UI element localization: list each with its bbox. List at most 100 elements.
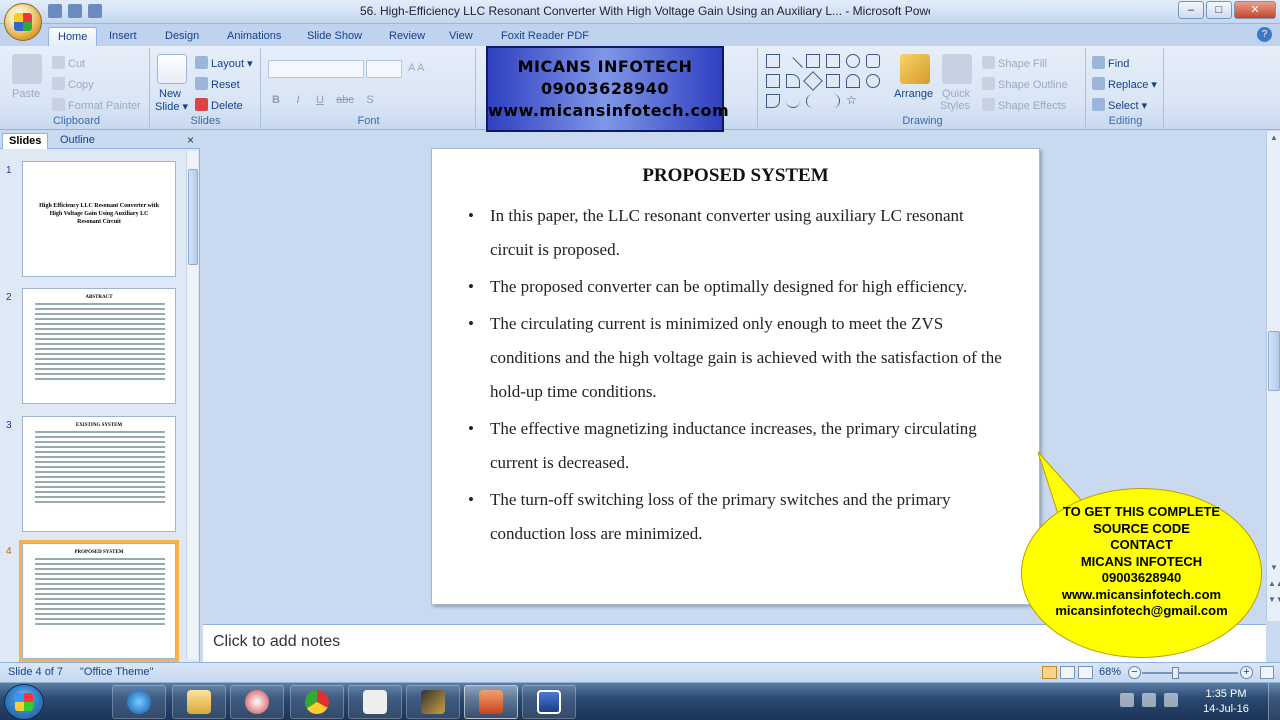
- tab-insert[interactable]: Insert: [100, 27, 146, 46]
- bold-button[interactable]: B: [268, 92, 284, 108]
- right-arrow-shape-icon[interactable]: [826, 74, 840, 88]
- shape-effects-button[interactable]: Shape Effects: [982, 98, 1066, 112]
- taskbar-paint[interactable]: [230, 685, 284, 719]
- taskbar-file-explorer[interactable]: [172, 685, 226, 719]
- zoom-level[interactable]: 68%: [1099, 666, 1121, 678]
- font-name-box[interactable]: [268, 60, 364, 78]
- zoom-slider-knob[interactable]: [1172, 667, 1179, 679]
- taskbar-internet-explorer[interactable]: [112, 685, 166, 719]
- tab-home[interactable]: Home: [48, 27, 98, 46]
- slide-thumbnail-3[interactable]: EXISTING SYSTEM: [22, 416, 176, 532]
- scrollbar-thumb[interactable]: [188, 169, 198, 265]
- taskbar-winrar[interactable]: [406, 685, 460, 719]
- arc-shape-icon[interactable]: [786, 94, 800, 108]
- tab-animations[interactable]: Animations: [218, 27, 290, 46]
- new-slide-dropdown[interactable]: Slide ▾: [155, 100, 188, 113]
- zoom-slider[interactable]: [1142, 672, 1238, 674]
- slide-show-view-icon[interactable]: [1078, 666, 1093, 679]
- taskbar-remote-desktop[interactable]: [522, 685, 576, 719]
- minimize-button[interactable]: –: [1178, 1, 1204, 19]
- fit-to-window-icon[interactable]: [1260, 666, 1274, 679]
- flag-icon[interactable]: [1120, 693, 1134, 707]
- tab-foxit-reader-pdf[interactable]: Foxit Reader PDF: [492, 27, 598, 46]
- select-button[interactable]: Select ▾: [1092, 98, 1147, 112]
- theme-name[interactable]: "Office Theme": [80, 666, 153, 678]
- grow-font-icon[interactable]: A A: [408, 62, 425, 74]
- shape-fill-button[interactable]: Shape Fill: [982, 56, 1047, 70]
- tab-outline[interactable]: Outline: [54, 133, 101, 149]
- editor-scrollbar[interactable]: ▲ ▼ ▲▲ ▼▼: [1266, 131, 1280, 621]
- copy-button[interactable]: Copy: [52, 77, 94, 91]
- circle-shape-icon[interactable]: [866, 74, 880, 88]
- strikethrough-button[interactable]: abc: [334, 92, 356, 108]
- close-button[interactable]: ✕: [1234, 1, 1276, 19]
- zoom-in-icon[interactable]: +: [1240, 666, 1253, 679]
- volume-icon[interactable]: [1164, 693, 1178, 707]
- triangle-shape-icon[interactable]: [766, 94, 780, 108]
- italic-button[interactable]: I: [290, 92, 306, 108]
- scrollbar-thumb[interactable]: [1268, 331, 1280, 391]
- help-icon[interactable]: ?: [1257, 27, 1272, 42]
- slides-pane-scrollbar[interactable]: [186, 151, 198, 659]
- brace-shape-icon[interactable]: [826, 94, 840, 108]
- maximize-button[interactable]: □: [1206, 1, 1232, 19]
- tab-view[interactable]: View: [440, 27, 482, 46]
- current-slide[interactable]: PROPOSED SYSTEM In this paper, the LLC r…: [431, 148, 1040, 605]
- taskbar-chrome[interactable]: [290, 685, 344, 719]
- clock[interactable]: 1:35 PM 14-Jul-16: [1196, 687, 1256, 717]
- rectangle-shape-icon[interactable]: [766, 54, 780, 68]
- taskbar-app[interactable]: [348, 685, 402, 719]
- scroll-down-icon[interactable]: ▼: [1268, 561, 1280, 575]
- slide-thumbnail-1[interactable]: High Efficiency LLC Resonant Converter w…: [22, 161, 176, 277]
- connector-shape-icon[interactable]: [786, 74, 800, 88]
- reset-button[interactable]: Reset: [195, 77, 240, 91]
- font-size-box[interactable]: [366, 60, 402, 78]
- shapes-gallery[interactable]: ☆: [766, 54, 884, 114]
- cut-button[interactable]: Cut: [52, 56, 85, 70]
- save-icon[interactable]: [48, 4, 62, 18]
- shape-outline-button[interactable]: Shape Outline: [982, 77, 1068, 91]
- slide-thumbnail-4[interactable]: PROPOSED SYSTEM: [19, 540, 179, 662]
- undo-icon[interactable]: [68, 4, 82, 18]
- tab-slides[interactable]: Slides: [2, 133, 49, 149]
- normal-view-icon[interactable]: [1042, 666, 1057, 679]
- tab-review[interactable]: Review: [380, 27, 434, 46]
- taskbar-powerpoint[interactable]: [464, 685, 518, 719]
- layout-button[interactable]: Layout ▾: [195, 56, 253, 70]
- shadow-button[interactable]: S: [362, 92, 378, 108]
- network-icon[interactable]: [1142, 693, 1156, 707]
- previous-slide-icon[interactable]: ▲▲: [1268, 577, 1280, 591]
- paste-button[interactable]: Paste: [12, 88, 40, 100]
- delete-button[interactable]: Delete: [195, 98, 243, 112]
- arrange-button[interactable]: Arrange: [894, 88, 933, 100]
- quick-styles-button[interactable]: Quick: [942, 88, 970, 100]
- find-button[interactable]: Find: [1092, 56, 1129, 70]
- rounded-rect-shape-icon[interactable]: [866, 54, 880, 68]
- bracket-shape-icon[interactable]: [806, 94, 820, 108]
- format-painter-button[interactable]: Format Painter: [52, 98, 141, 112]
- diamond-shape-icon[interactable]: [803, 71, 823, 91]
- slide-title[interactable]: PROPOSED SYSTEM: [432, 165, 1039, 187]
- scroll-up-icon[interactable]: ▲: [1268, 131, 1280, 145]
- next-slide-icon[interactable]: ▼▼: [1268, 593, 1280, 607]
- down-arrow-shape-icon[interactable]: [846, 74, 860, 88]
- arrow-shape-icon[interactable]: [806, 54, 820, 68]
- slide-thumbnail-2[interactable]: ABSTRACT: [22, 288, 176, 404]
- start-button[interactable]: [4, 684, 44, 720]
- tab-design[interactable]: Design: [156, 27, 208, 46]
- textbox-shape-icon[interactable]: [766, 74, 780, 88]
- close-pane-icon[interactable]: ×: [187, 133, 194, 147]
- office-button[interactable]: [4, 3, 42, 41]
- slide-sorter-view-icon[interactable]: [1060, 666, 1075, 679]
- new-slide-button[interactable]: New: [159, 88, 181, 100]
- star-shape-icon[interactable]: ☆: [846, 94, 860, 108]
- redo-icon[interactable]: [88, 4, 102, 18]
- square-shape-icon[interactable]: [826, 54, 840, 68]
- zoom-out-icon[interactable]: −: [1128, 666, 1141, 679]
- replace-button[interactable]: Replace ▾: [1092, 77, 1157, 91]
- slide-bullet-list[interactable]: In this paper, the LLC resonant converte…: [468, 199, 1008, 554]
- tab-slide-show[interactable]: Slide Show: [298, 27, 371, 46]
- oval-shape-icon[interactable]: [846, 54, 860, 68]
- show-desktop-button[interactable]: [1268, 683, 1280, 720]
- underline-button[interactable]: U: [312, 92, 328, 108]
